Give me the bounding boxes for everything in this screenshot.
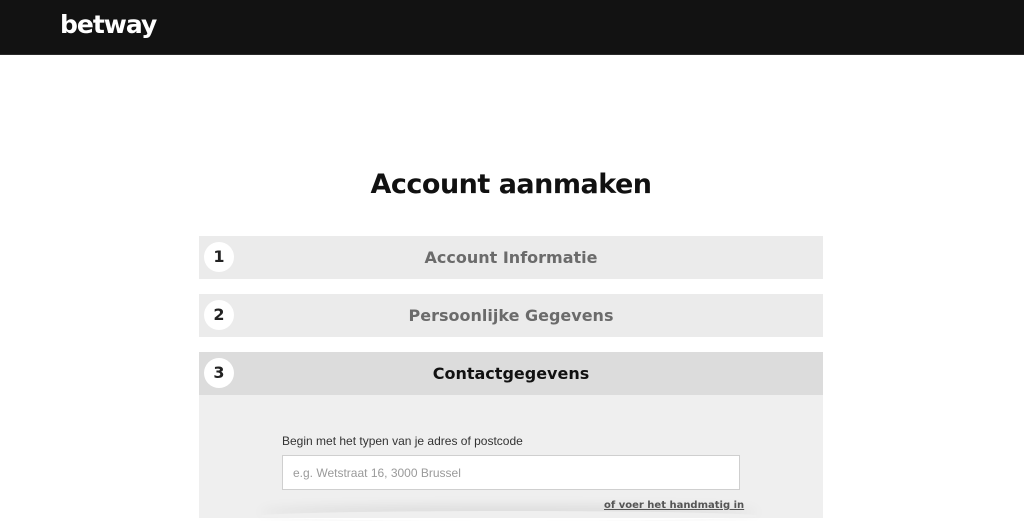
step-account-informatie[interactable]: Account Informatie 1 (199, 236, 823, 279)
step-number-badge: 3 (204, 358, 234, 388)
step-title: Persoonlijke Gegevens (408, 306, 614, 325)
step-title: Contactgegevens (432, 364, 590, 383)
step-contactgegevens[interactable]: Contactgegevens 3 (199, 352, 823, 395)
manual-entry-link[interactable]: of voer het handmatig in (604, 499, 744, 513)
step-title: Account Informatie (424, 248, 598, 267)
betway-logo[interactable]: betway (60, 9, 157, 41)
top-navigation-bar: betway (0, 0, 1024, 55)
step-number-badge: 2 (204, 300, 234, 330)
step-number-badge: 1 (204, 242, 234, 272)
page-title: Account aanmaken (370, 169, 652, 201)
address-search-input[interactable] (282, 455, 740, 490)
address-field-label: Begin met het typen van je adres of post… (282, 434, 523, 448)
contact-form-panel: Begin met het typen van je adres of post… (199, 395, 823, 518)
step-persoonlijke-gegevens[interactable]: Persoonlijke Gegevens 2 (199, 294, 823, 337)
